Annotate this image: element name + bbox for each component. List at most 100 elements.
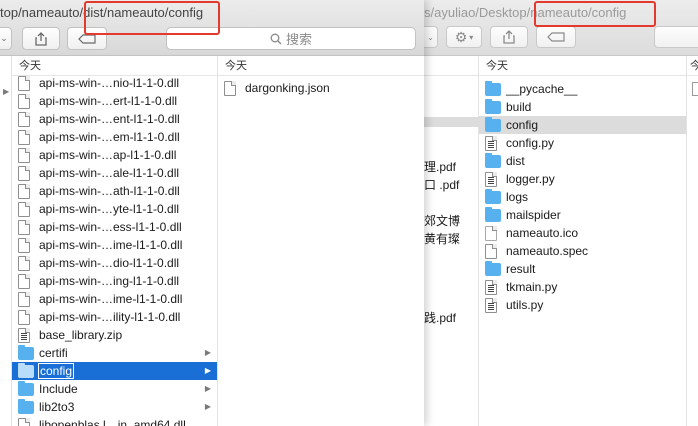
item-label: nameauto.ico [506,226,579,240]
back-nameauto-column: 今天 __pycache__build config config.py dist lo… [479,56,687,426]
file-row[interactable]: api-ms-win-…em-l1-1-0.dll [12,128,217,146]
tag-icon [78,33,96,44]
back-file-fragment[interactable]: 理.pdf [424,158,456,175]
dist-nameauto-column: 今天 api-ms-win-…nio-l1-1-0.dll api-ms-win-… [12,56,218,426]
folder-row[interactable]: config [479,116,686,134]
item-label: __pycache__ [506,82,578,96]
search-input[interactable]: 搜索 [166,27,416,50]
share-button[interactable] [22,27,60,50]
back-file-fragment[interactable]: 口 .pdf [424,176,459,193]
file-row[interactable]: api-ms-win-…yte-l1-1-0.dll [12,200,217,218]
file-row[interactable]: api-ms-win-…ap-l1-1-0.dll [12,146,217,164]
folder-row[interactable]: certifi ▶ [12,344,217,362]
item-label: certifi [39,346,68,360]
file-row[interactable]: api-ms-win-…dio-l1-1-0.dll [12,254,217,272]
item-label: api-ms-win-…dio-l1-1-0.dll [39,256,180,270]
left-column-edge: ▶ [0,56,12,426]
item-label: api-ms-win-…ale-l1-1-0.dll [39,166,180,180]
config-column-header: 今天 [218,56,424,76]
folder-row[interactable]: __pycache__ [479,80,686,98]
tag-button[interactable] [67,27,107,50]
item-label: api-ms-win-…ent-l1-1-0.dll [39,112,180,126]
config-column: 今天 dargonking.json [218,56,424,426]
tag-icon [547,32,565,42]
file-row[interactable]: api-ms-win-…ime-l1-1-0.dll [12,290,217,308]
item-label: mailspider [506,208,561,222]
item-label: config [506,118,539,132]
chevron-down-icon: ⌄ [0,33,8,43]
chevron-right-icon: ▶ [204,402,211,411]
folder-row[interactable]: logs [479,188,686,206]
folder-row[interactable]: build [479,98,686,116]
back-tag-button[interactable] [536,26,576,48]
back-path-current: nameauto/config [530,5,627,20]
back-action-button[interactable]: ⚙ ▾ [446,26,482,48]
front-path-current: dist/nameauto/config [83,5,204,20]
folder-row[interactable]: config ▶ [12,362,217,380]
folder-row[interactable]: mailspider [479,206,686,224]
file-row[interactable]: api-ms-win-…ath-l1-1-0.dll [12,182,217,200]
item-label: dist [506,154,525,168]
file-row[interactable]: api-ms-win-…ility-l1-1-0.dll [12,308,217,326]
back-window-path: s/ayuliao/Desktop/nameauto/config [424,5,626,20]
folder-row[interactable]: Include ▶ [12,380,217,398]
chevron-down-icon: ⌄ [427,32,434,42]
item-label: api-ms-win-…ap-l1-1-0.dll [39,148,177,162]
item-label: lib2to3 [39,400,75,414]
file-row[interactable]: api-ms-win-…nio-l1-1-0.dll [12,74,217,92]
file-row[interactable]: api-ms-win-…ess-l1-1-0.dll [12,218,217,236]
front-path-prefix: top/nameauto/ [0,5,84,20]
file-row[interactable]: api-ms-win-…ime-l1-1-0.dll [12,236,217,254]
folder-row[interactable]: dist [479,152,686,170]
back-search-field[interactable] [654,26,698,48]
file-row[interactable]: dargonking.json [218,79,424,97]
back-file-fragment[interactable]: 郊文博 [424,212,460,229]
file-row[interactable]: nameauto.ico [479,224,686,242]
chevron-right-icon: ▶ [204,348,211,357]
back-share-button[interactable] [490,26,528,48]
file-row[interactable]: api-ms-win-…ale-l1-1-0.dll [12,164,217,182]
file-row[interactable]: logger.py [479,170,686,188]
file-row[interactable]: nameauto.spec [479,242,686,260]
back-middle-selection [424,117,479,127]
back-middle-column-header [424,56,478,76]
file-row[interactable]: libopenblas.l…in_amd64.dll [12,416,217,426]
back-view-button[interactable]: ⌄ [424,26,438,48]
folder-row[interactable]: result [479,260,686,278]
chevron-right-icon: ▶ [204,366,211,375]
file-row[interactable]: base_library.zip [12,326,217,344]
back-column-header: 今天 [479,56,686,76]
file-row[interactable]: api-ms-win-…ert-l1-1-0.dll [12,92,217,110]
search-placeholder: 搜索 [285,32,312,47]
back-column-header-2: 今 [687,56,698,76]
item-label: logs [506,190,529,204]
front-titlebar: top/nameauto/dist/nameauto/config ⌄ 搜索 [0,0,424,56]
view-options-button[interactable]: ⌄ [0,27,12,50]
chevron-right-icon: ▶ [3,87,10,96]
item-label: api-ms-win-…ess-l1-1-0.dll [39,220,182,234]
item-label: api-ms-win-…ing-l1-1-0.dll [39,274,180,288]
python-file-icon [485,298,497,318]
item-label: result [506,262,536,276]
item-label: Include [39,382,78,396]
file-row[interactable]: api-ms-win-…ent-l1-1-0.dll [12,110,217,128]
file-row[interactable]: utils.py [479,296,686,314]
front-window-path: top/nameauto/dist/nameauto/config [0,5,203,20]
back-next-column: 今 [687,56,698,426]
back-file-fragment[interactable]: 践.pdf [424,309,456,326]
file-row[interactable]: config.py [479,134,686,152]
file-row[interactable]: tkmain.py [479,278,686,296]
document-icon [18,418,30,426]
desktop: s/ayuliao/Desktop/nameauto/config ⌄ ⚙ ▾ … [0,0,698,426]
item-label: nameauto.spec [506,244,589,258]
item-label: api-ms-win-…ert-l1-1-0.dll [39,94,178,108]
folder-row[interactable]: lib2to3 ▶ [12,398,217,416]
document-icon [692,82,698,96]
item-label: api-ms-win-…ime-l1-1-0.dll [39,238,183,252]
item-label: api-ms-win-…ility-l1-1-0.dll [39,310,181,324]
back-file-fragment[interactable]: 黄有璨 [424,230,460,247]
item-label: api-ms-win-…yte-l1-1-0.dll [39,202,180,216]
chevron-right-icon: ▶ [204,384,211,393]
file-row[interactable]: api-ms-win-…ing-l1-1-0.dll [12,272,217,290]
share-icon [35,31,47,46]
